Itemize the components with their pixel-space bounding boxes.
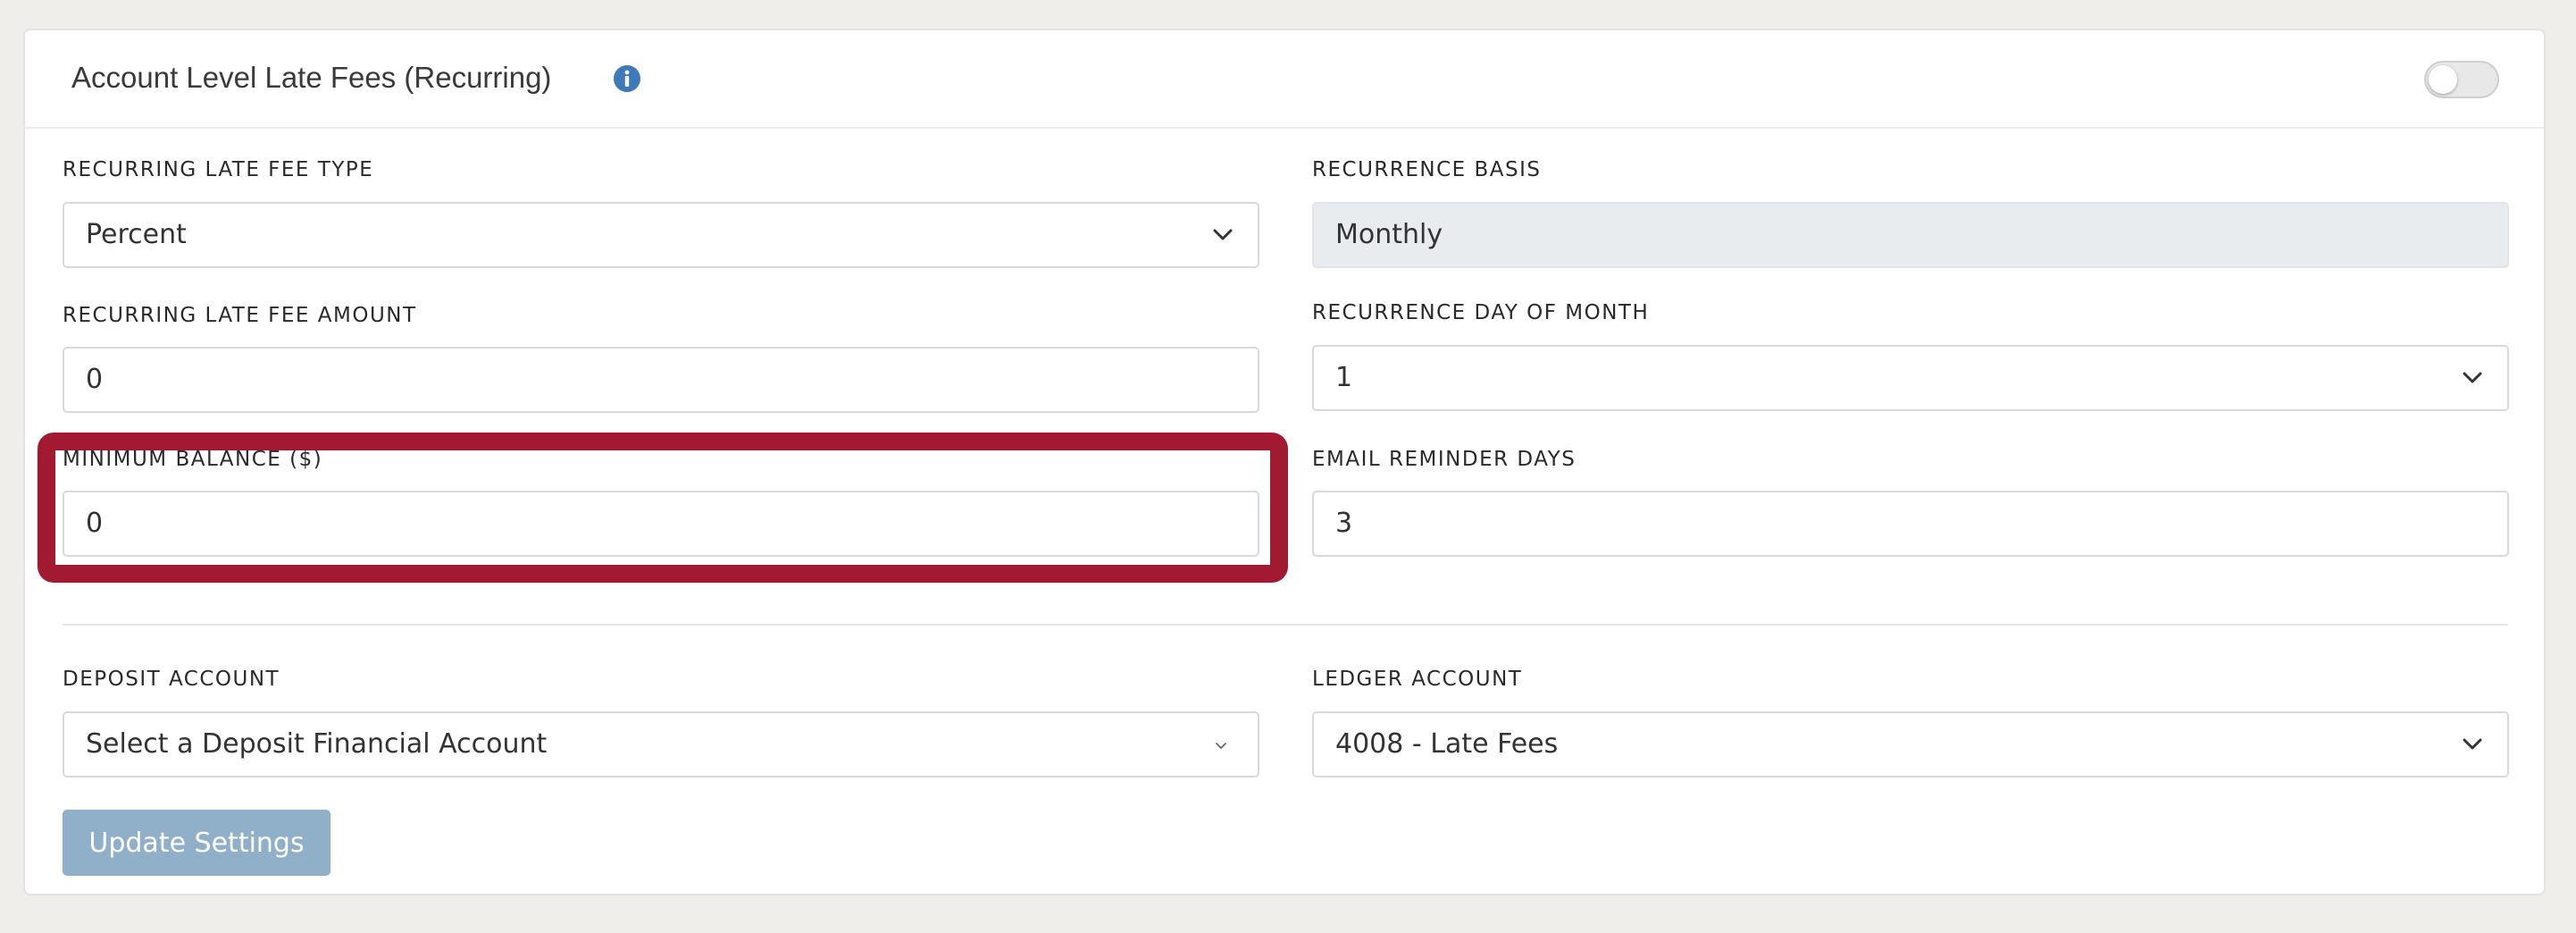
ledger-account-value: 4008 - Late Fees [1335,728,1559,760]
recurring-late-fee-amount-input[interactable]: 0 [63,347,1259,413]
recurrence-day-of-month-label: RECURRENCE DAY OF MONTH [1312,301,1650,324]
email-reminder-days-input[interactable]: 3 [1312,491,2509,557]
recurrence-day-of-month-value: 1 [1335,362,1353,393]
toggle-knob [2429,65,2457,94]
recurrence-basis-label: RECURRENCE BASIS [1312,158,1542,181]
chevron-down-icon [2463,738,2482,750]
info-circle-icon[interactable] [613,64,641,93]
update-settings-button[interactable]: Update Settings [63,810,330,876]
section-divider [63,624,2508,626]
deposit-account-label: DEPOSIT ACCOUNT [63,668,280,691]
email-reminder-days-value: 3 [1335,508,1353,539]
deposit-account-select[interactable]: Select a Deposit Financial Account [63,711,1259,778]
ledger-account-select[interactable]: 4008 - Late Fees [1312,711,2509,778]
card-title: Account Level Late Fees (Recurring) [71,61,552,94]
recurring-late-fee-amount-label: RECURRING LATE FEE AMOUNT [63,304,417,327]
late-fees-card: Account Level Late Fees (Recurring) RECU… [23,29,2546,895]
recurring-late-fee-type-select[interactable]: Percent [63,202,1259,268]
recurring-late-fee-type-value: Percent [86,219,187,250]
card-header: Account Level Late Fees (Recurring) [25,30,2544,129]
recurring-late-fee-amount-value: 0 [86,364,104,395]
recurring-late-fees-toggle[interactable] [2424,61,2499,98]
ledger-account-label: LEDGER ACCOUNT [1312,668,1523,691]
email-reminder-days-label: EMAIL REMINDER DAYS [1312,448,1577,471]
chevron-down-icon [1216,743,1226,749]
minimum-balance-highlight [38,433,1288,583]
deposit-account-value: Select a Deposit Financial Account [86,728,548,760]
chevron-down-icon [2463,372,2482,383]
recurrence-basis-field: Monthly [1312,202,2509,268]
chevron-down-icon [1213,229,1233,240]
recurrence-basis-value: Monthly [1335,219,1443,250]
recurring-late-fee-type-label: RECURRING LATE FEE TYPE [63,158,374,181]
recurrence-day-of-month-select[interactable]: 1 [1312,345,2509,411]
